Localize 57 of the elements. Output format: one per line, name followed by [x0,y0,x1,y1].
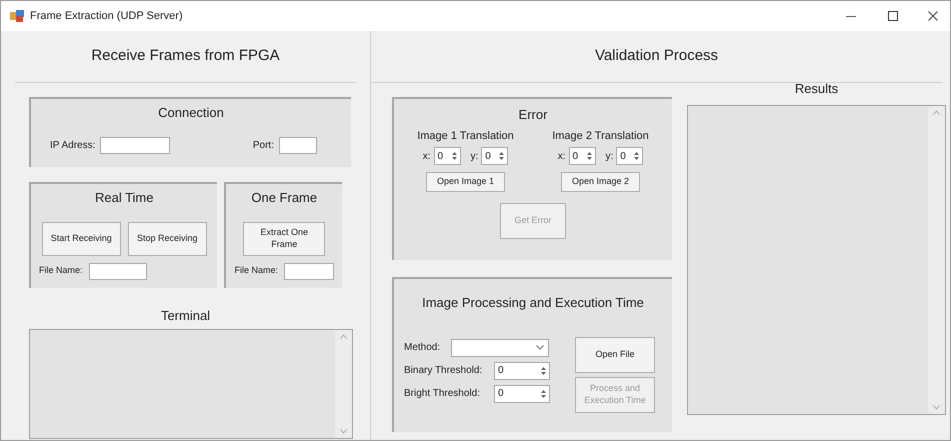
number-field[interactable]: 0 [616,147,644,165]
group-title: One Frame [251,189,318,207]
field-label: File Name: [39,264,83,278]
section-heading: Receive Frames from FPGA [91,46,280,66]
close-icon[interactable] [928,11,938,21]
button[interactable]: Open File [575,336,655,372]
number-field[interactable]: 0 [568,147,596,165]
field-label: File Name: [234,264,278,278]
button[interactable]: Stop Receiving [128,222,207,256]
scroll-up-icon[interactable] [933,110,940,114]
field-label: Bright Threshold: [404,387,481,401]
number-field[interactable]: 0 [481,147,508,165]
text-area[interactable] [29,328,353,438]
scroll-down-icon[interactable] [340,428,347,434]
button[interactable]: Open Image 1 [426,172,506,192]
button[interactable]: Start Receiving [42,222,121,256]
input-field[interactable] [100,136,170,154]
app-icon[interactable] [10,10,24,22]
scroll-up-icon[interactable] [340,334,347,338]
field-label: Method: [404,341,442,355]
input-field[interactable] [88,262,147,280]
section-label: Results [794,80,838,98]
spinner-arrows-icon[interactable] [540,364,547,376]
group-title: Real Time [94,189,154,207]
field-label: IP Adress: [50,138,96,152]
section-label: Terminal [160,307,210,325]
spinner-arrows-icon[interactable] [498,150,506,162]
input-field[interactable] [279,136,317,154]
button[interactable]: Extract One Frame [243,222,326,256]
input-field[interactable] [284,262,334,280]
spinner-arrows-icon[interactable] [540,388,547,400]
group-title: Image Processing and Execution Time [422,294,644,312]
number-field[interactable]: 0 [494,384,550,402]
maximize-icon[interactable] [888,11,898,21]
chevron-down-icon[interactable] [536,345,544,350]
group-subtitle: Image 1 Translation [417,128,514,144]
spinner-arrows-icon[interactable] [633,150,640,162]
group-title: Error [518,106,548,124]
group-title: Connection [158,104,224,122]
field-label: Port: [252,138,274,152]
scrollbar[interactable] [335,330,352,438]
spinner-arrows-icon[interactable] [450,150,458,162]
spinner-arrows-icon[interactable] [586,150,592,162]
group-subtitle: Image 2 Translation [552,128,649,144]
number-field[interactable]: 0 [434,147,460,165]
field-label: y: [470,150,478,164]
field-label: x: [558,150,566,164]
window-title: Frame Extraction (UDP Server) [30,8,183,24]
section-heading: Validation Process [594,46,718,66]
scrollbar[interactable] [928,106,945,414]
field-label: y: [606,150,614,164]
field-label: x: [422,150,430,164]
dropdown[interactable] [451,338,549,356]
number-field[interactable]: 0 [494,362,550,380]
scroll-down-icon[interactable] [933,404,940,410]
button[interactable]: Open Image 2 [560,172,640,192]
field-label: Binary Threshold: [404,364,484,378]
